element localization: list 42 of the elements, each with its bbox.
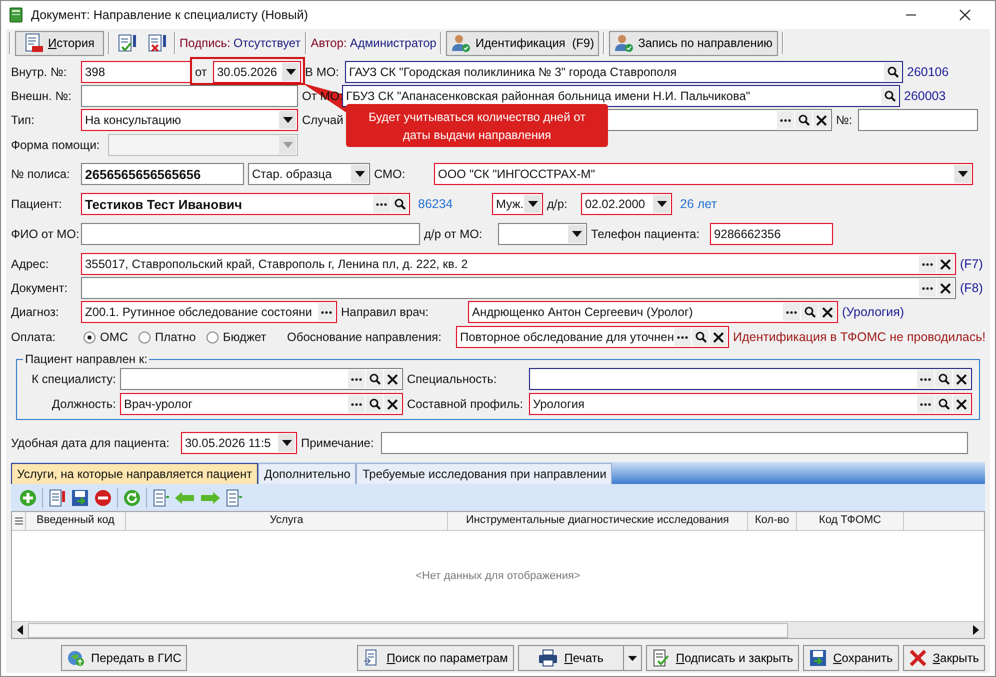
signature-label: Подпись:	[180, 36, 230, 50]
info-text: 86234	[418, 197, 454, 211]
field-label: ФИО от МО:	[11, 227, 77, 241]
field-label: Телефон пациента:	[591, 227, 701, 241]
field-label: Примечание:	[301, 436, 375, 450]
field-label: СМО:	[374, 167, 406, 181]
field-label: Случай	[302, 113, 342, 127]
field-label: В МО:	[305, 65, 340, 79]
field-label: Обоснование направления:	[287, 330, 443, 344]
field-label: Диагноз:	[11, 305, 60, 319]
field-label: Составной профиль:	[407, 397, 524, 411]
field-label: от	[195, 65, 208, 79]
group-title: Пациент направлен к:	[23, 352, 150, 366]
field-label: Тип:	[11, 113, 36, 127]
signature-status: Отсутствует	[233, 36, 301, 50]
field-label: Специальность:	[407, 372, 498, 386]
info-text: 26 лет	[680, 197, 717, 211]
field-label: Удобная дата для пациента:	[11, 436, 170, 450]
info-text: 260106	[907, 65, 949, 79]
field-label: Форма помощи:	[11, 138, 101, 152]
window-title: Документ: Направление к специалисту (Новый)	[31, 8, 308, 22]
field-label: д/р от МО:	[424, 227, 484, 241]
field-label: Внешн. №:	[11, 89, 72, 103]
field-label: К специалисту:	[30, 372, 116, 386]
field-label: Внутр. №:	[11, 65, 68, 79]
field-label: № полиса:	[11, 167, 71, 181]
field-label: Адрес:	[11, 257, 50, 271]
field-label: №:	[836, 113, 854, 127]
author-name: Администратор	[350, 36, 436, 50]
field-label: д/р:	[547, 197, 568, 211]
warning-message: Идентификация в ТФОМС не проводилась!	[733, 330, 986, 344]
field-label: Должность:	[50, 397, 116, 411]
author-label: Автор:	[310, 36, 347, 50]
info-text: (F8)	[960, 281, 983, 295]
info-text: (F7)	[960, 257, 983, 271]
field-label: Документ:	[11, 281, 69, 295]
info-text: (Урология)	[842, 305, 904, 319]
field-label: Пациент:	[11, 197, 64, 211]
field-label: Направил врач:	[341, 305, 430, 319]
field-label: Оплата:	[11, 330, 57, 344]
info-text: 260003	[904, 89, 946, 103]
empty-message: <Нет данных для отображения>	[416, 570, 580, 582]
